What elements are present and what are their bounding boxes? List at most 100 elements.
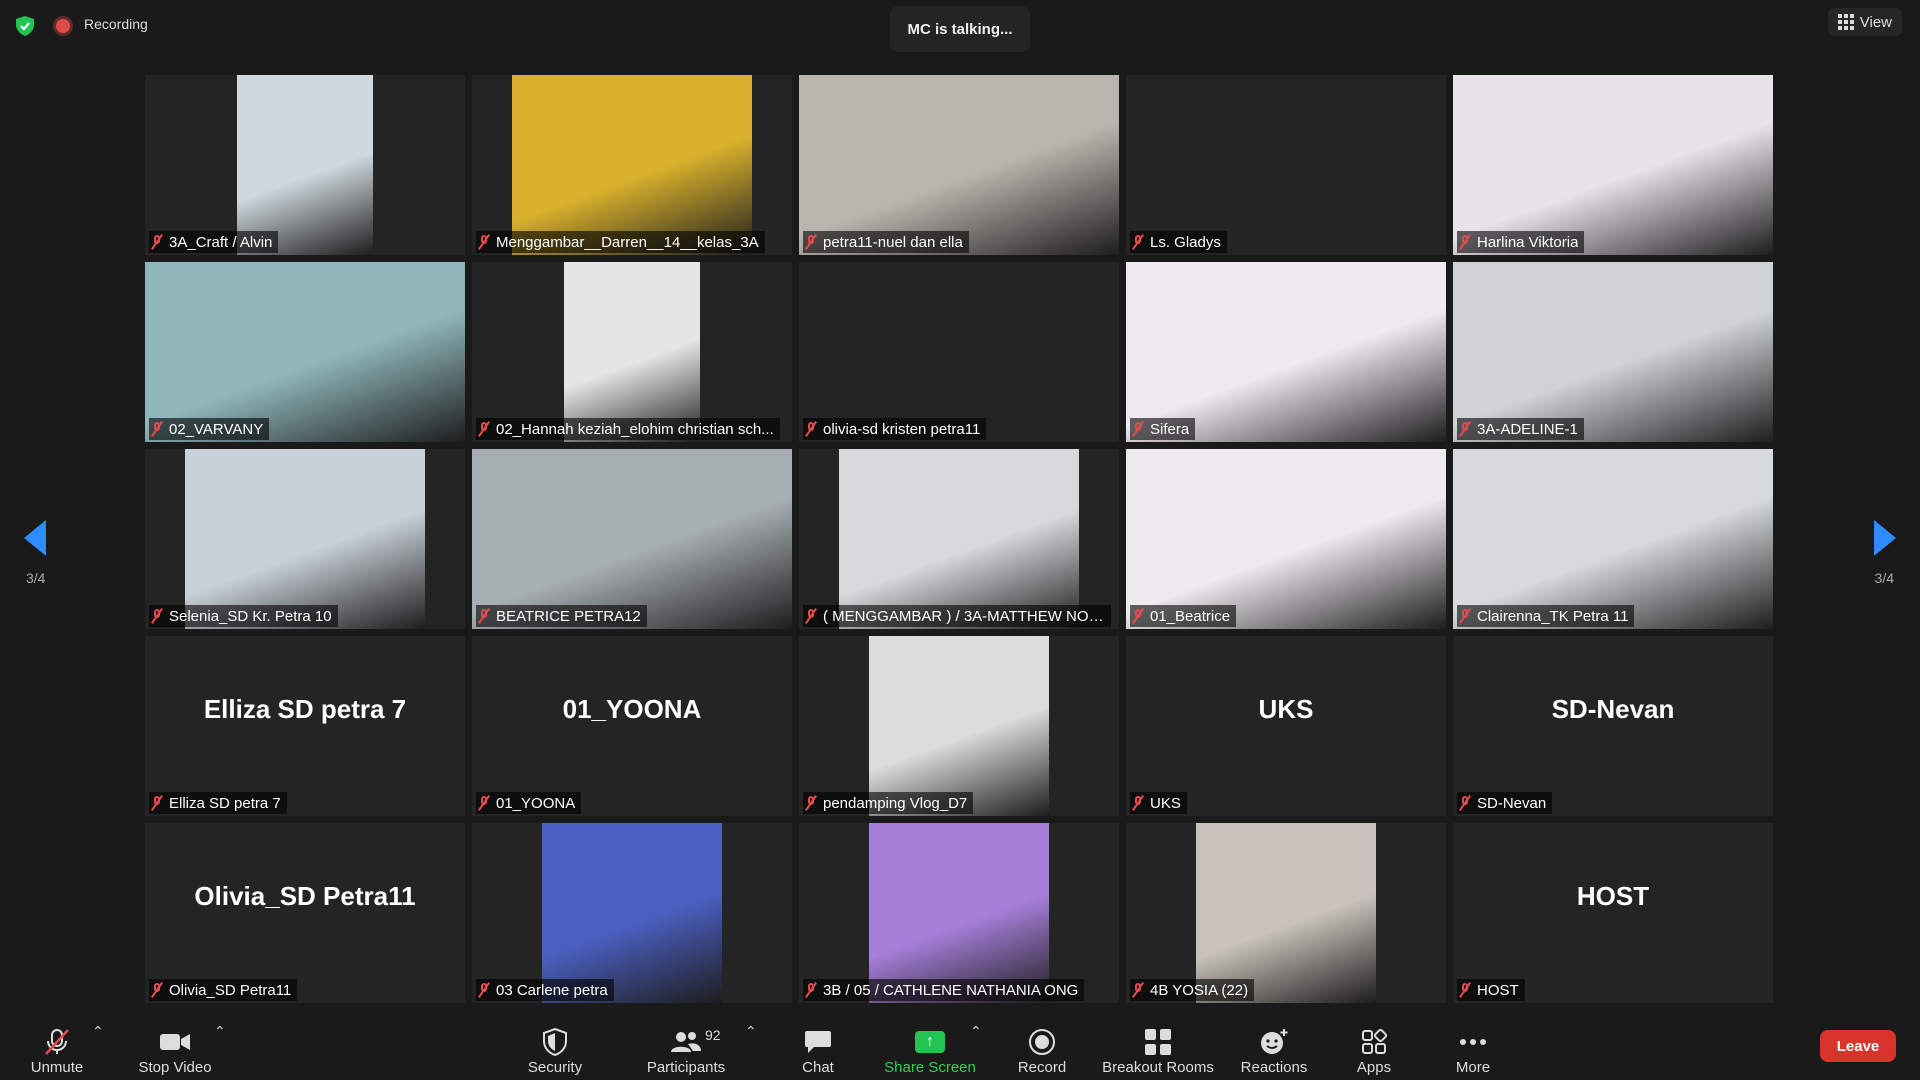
participant-video: [1453, 449, 1773, 629]
participant-tile[interactable]: 01_YOONA 01_YOONA: [472, 636, 792, 816]
participant-tile[interactable]: Olivia_SD Petra11 Olivia_SD Petra11: [145, 823, 465, 1003]
muted-microphone-icon: [1459, 421, 1471, 437]
meeting-controls-toolbar: Unmute ⌃ Stop Video ⌃ Security 92 Partic…: [0, 1015, 1920, 1080]
participant-tile[interactable]: Sifera: [1126, 262, 1446, 442]
muted-microphone-icon: [805, 982, 817, 998]
muted-microphone-icon: [151, 795, 163, 811]
participant-name: 01_Beatrice: [1150, 607, 1231, 625]
participant-tile[interactable]: BEATRICE PETRA12: [472, 449, 792, 629]
participant-tile[interactable]: Harlina Viktoria: [1453, 75, 1773, 255]
participant-name: BEATRICE PETRA12: [496, 607, 641, 625]
participant-display-name: SD-Nevan: [1551, 694, 1675, 724]
breakout-rooms-button[interactable]: Breakout Rooms: [1100, 1015, 1216, 1080]
muted-microphone-icon: [478, 421, 490, 437]
participant-display-name: 01_YOONA: [562, 694, 702, 724]
muted-microphone-icon: [478, 234, 490, 250]
recording-icon[interactable]: [56, 19, 70, 33]
muted-microphone-icon: [1132, 421, 1144, 437]
participant-tile[interactable]: petra11-nuel dan ella: [799, 75, 1119, 255]
participant-name-tag: Elliza SD petra 7: [149, 792, 287, 814]
leave-button[interactable]: Leave: [1820, 1030, 1896, 1062]
previous-page-arrow-icon[interactable]: [24, 520, 46, 556]
audio-options-caret-icon[interactable]: ⌃: [92, 1023, 104, 1040]
participants-button[interactable]: 92 Participants: [640, 1015, 732, 1080]
muted-microphone-icon: [1132, 608, 1144, 624]
participant-tile[interactable]: Ls. Gladys: [1126, 75, 1446, 255]
more-dots-icon: [1459, 1025, 1487, 1059]
stop-video-button[interactable]: Stop Video: [132, 1015, 218, 1080]
participant-name: Sifera: [1150, 420, 1190, 438]
participant-name: 3B / 05 / CATHLENE NATHANIA ONG: [823, 981, 1079, 999]
participant-tile[interactable]: Selenia_SD Kr. Petra 10: [145, 449, 465, 629]
participant-video: [145, 262, 465, 442]
participant-name-tag: 3B / 05 / CATHLENE NATHANIA ONG: [803, 979, 1085, 1001]
participant-tile[interactable]: pendamping Vlog_D7: [799, 636, 1119, 816]
meeting-top-bar: Recording MC is talking... View: [0, 0, 1920, 56]
participant-video: [1453, 75, 1773, 255]
reactions-button[interactable]: Reactions: [1236, 1015, 1312, 1080]
participant-tile[interactable]: olivia-sd kristen petra11: [799, 262, 1119, 442]
participant-name: pendamping Vlog_D7: [823, 794, 968, 812]
participant-tile[interactable]: 4B YOSIA (22): [1126, 823, 1446, 1003]
participant-tile[interactable]: 02_VARVANY: [145, 262, 465, 442]
participant-name: ( MENGGAMBAR ) / 3A-MATTHEW NO ...: [823, 607, 1105, 625]
participant-tile[interactable]: ( MENGGAMBAR ) / 3A-MATTHEW NO ...: [799, 449, 1119, 629]
share-screen-button[interactable]: ↑ Share Screen: [880, 1015, 980, 1080]
participant-name: 02_Hannah keziah_elohim christian sch...: [496, 420, 774, 438]
participant-tile[interactable]: HOST HOST: [1453, 823, 1773, 1003]
chat-button[interactable]: Chat: [790, 1015, 846, 1080]
apps-button[interactable]: Apps: [1350, 1015, 1398, 1080]
participant-name-tag: 3A-ADELINE-1: [1457, 418, 1584, 440]
muted-microphone-icon: [478, 795, 490, 811]
participant-name-tag: pendamping Vlog_D7: [803, 792, 974, 814]
participant-video: [869, 636, 1049, 816]
security-shield-icon[interactable]: [14, 15, 36, 37]
security-button[interactable]: Security: [520, 1015, 590, 1080]
participant-name: 3A_Craft / Alvin: [169, 233, 273, 251]
breakout-rooms-icon: [1144, 1025, 1172, 1059]
participant-tile[interactable]: Elliza SD petra 7 Elliza SD petra 7: [145, 636, 465, 816]
muted-microphone-icon: [1459, 982, 1471, 998]
muted-microphone-icon: [478, 608, 490, 624]
participant-name-tag: 01_YOONA: [476, 792, 582, 814]
participant-tile[interactable]: UKS UKS: [1126, 636, 1446, 816]
share-options-caret-icon[interactable]: ⌃: [970, 1023, 982, 1040]
more-button[interactable]: More: [1448, 1015, 1498, 1080]
participant-tile[interactable]: 3A_Craft / Alvin: [145, 75, 465, 255]
participant-display-name: UKS: [1258, 694, 1314, 724]
participant-tile[interactable]: 03 Carlene petra: [472, 823, 792, 1003]
video-options-caret-icon[interactable]: ⌃: [214, 1023, 226, 1040]
participant-name: Menggambar__Darren__14__kelas_3A: [496, 233, 759, 251]
participant-name-tag: Ls. Gladys: [1130, 231, 1227, 253]
participant-name-tag: Selenia_SD Kr. Petra 10: [149, 605, 338, 627]
view-button[interactable]: View: [1827, 8, 1902, 36]
gallery-grid-icon: [1837, 14, 1854, 30]
participant-video: [1453, 262, 1773, 442]
participant-display-name: Elliza SD petra 7: [203, 694, 407, 724]
participant-video: [564, 262, 700, 442]
participant-tile[interactable]: SD-Nevan SD-Nevan: [1453, 636, 1773, 816]
participant-video: [1126, 449, 1446, 629]
participants-icon: 92: [671, 1025, 721, 1059]
participant-tile[interactable]: Clairenna_TK Petra 11: [1453, 449, 1773, 629]
participant-name: 01_YOONA: [496, 794, 576, 812]
participants-options-caret-icon[interactable]: ⌃: [745, 1023, 757, 1040]
record-button[interactable]: Record: [1010, 1015, 1074, 1080]
muted-microphone-icon: [1132, 982, 1144, 998]
participant-name-tag: 02_VARVANY: [149, 418, 270, 440]
participant-tile[interactable]: 3B / 05 / CATHLENE NATHANIA ONG: [799, 823, 1119, 1003]
participant-name-tag: 3A_Craft / Alvin: [149, 231, 279, 253]
participant-tile[interactable]: 01_Beatrice: [1126, 449, 1446, 629]
participant-tile[interactable]: Menggambar__Darren__14__kelas_3A: [472, 75, 792, 255]
page-indicator-right: 3/4: [1874, 570, 1894, 586]
participant-name-tag: Menggambar__Darren__14__kelas_3A: [476, 231, 765, 253]
participant-tile[interactable]: 3A-ADELINE-1: [1453, 262, 1773, 442]
muted-microphone-icon: [151, 421, 163, 437]
participant-display-name: Olivia_SD Petra11: [194, 881, 416, 911]
participant-tile[interactable]: 02_Hannah keziah_elohim christian sch...: [472, 262, 792, 442]
unmute-button[interactable]: Unmute: [22, 1015, 92, 1080]
participant-name-tag: HOST: [1457, 979, 1525, 1001]
recording-label: Recording: [84, 16, 148, 32]
next-page-arrow-icon[interactable]: [1874, 520, 1896, 556]
participant-name: 3A-ADELINE-1: [1477, 420, 1578, 438]
